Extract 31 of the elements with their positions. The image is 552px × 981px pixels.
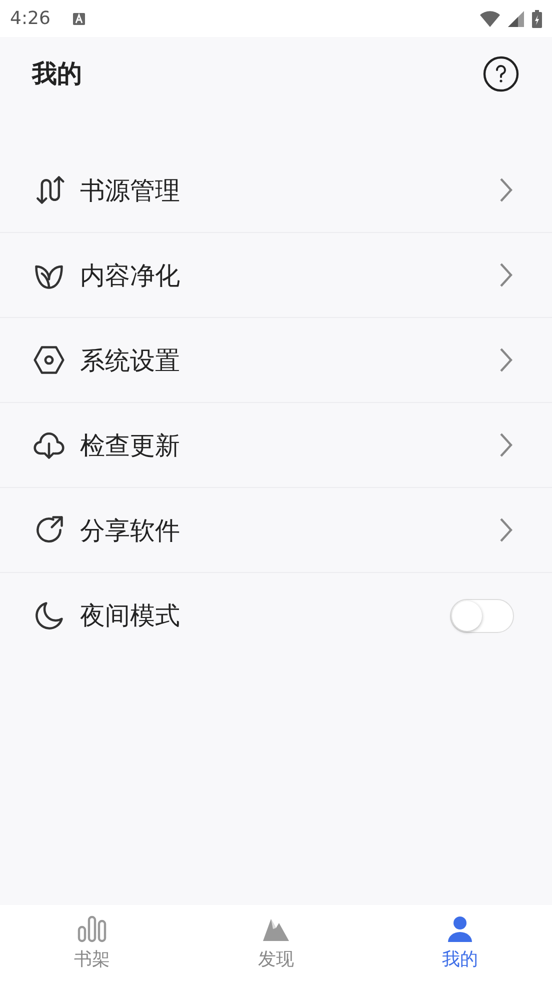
signal-icon [508, 10, 524, 26]
hexagon-icon [32, 343, 66, 377]
chevron-right-icon [498, 432, 514, 458]
menu-item[interactable]: 分享软件 [0, 488, 552, 573]
nav-tab[interactable]: 我的 [368, 905, 552, 981]
wifi-icon [480, 10, 500, 26]
menu-item[interactable]: 系统设置 [0, 318, 552, 403]
nav-tab[interactable]: 发现 [184, 905, 368, 981]
menu-label: 书源管理 [80, 174, 181, 206]
chevron-right-icon [498, 517, 514, 543]
page-title: 我的 [32, 58, 82, 90]
menu-item[interactable]: 夜间模式 [0, 573, 552, 658]
help-icon[interactable] [483, 56, 519, 92]
menu-label: 夜间模式 [80, 600, 181, 632]
menu-label: 分享软件 [80, 514, 181, 546]
menu-label: 系统设置 [80, 344, 181, 376]
menu-label: 内容净化 [80, 260, 181, 292]
chevron-right-icon [498, 262, 514, 288]
person-icon [445, 915, 475, 943]
nav-tab[interactable]: 书架 [0, 905, 184, 981]
menu-item[interactable]: 内容净化 [0, 233, 552, 318]
menu-label: 检查更新 [80, 430, 181, 462]
battery-icon [532, 10, 542, 28]
menu-item[interactable]: 检查更新 [0, 403, 552, 488]
chevron-right-icon [498, 177, 514, 203]
keyboard-notification-icon [72, 12, 86, 26]
menu-item[interactable]: 书源管理 [0, 148, 552, 233]
toggle-switch[interactable] [450, 598, 514, 632]
chevron-right-icon [498, 347, 514, 373]
bar-chart-icon [77, 915, 107, 943]
clock: 4:26 [10, 8, 50, 29]
